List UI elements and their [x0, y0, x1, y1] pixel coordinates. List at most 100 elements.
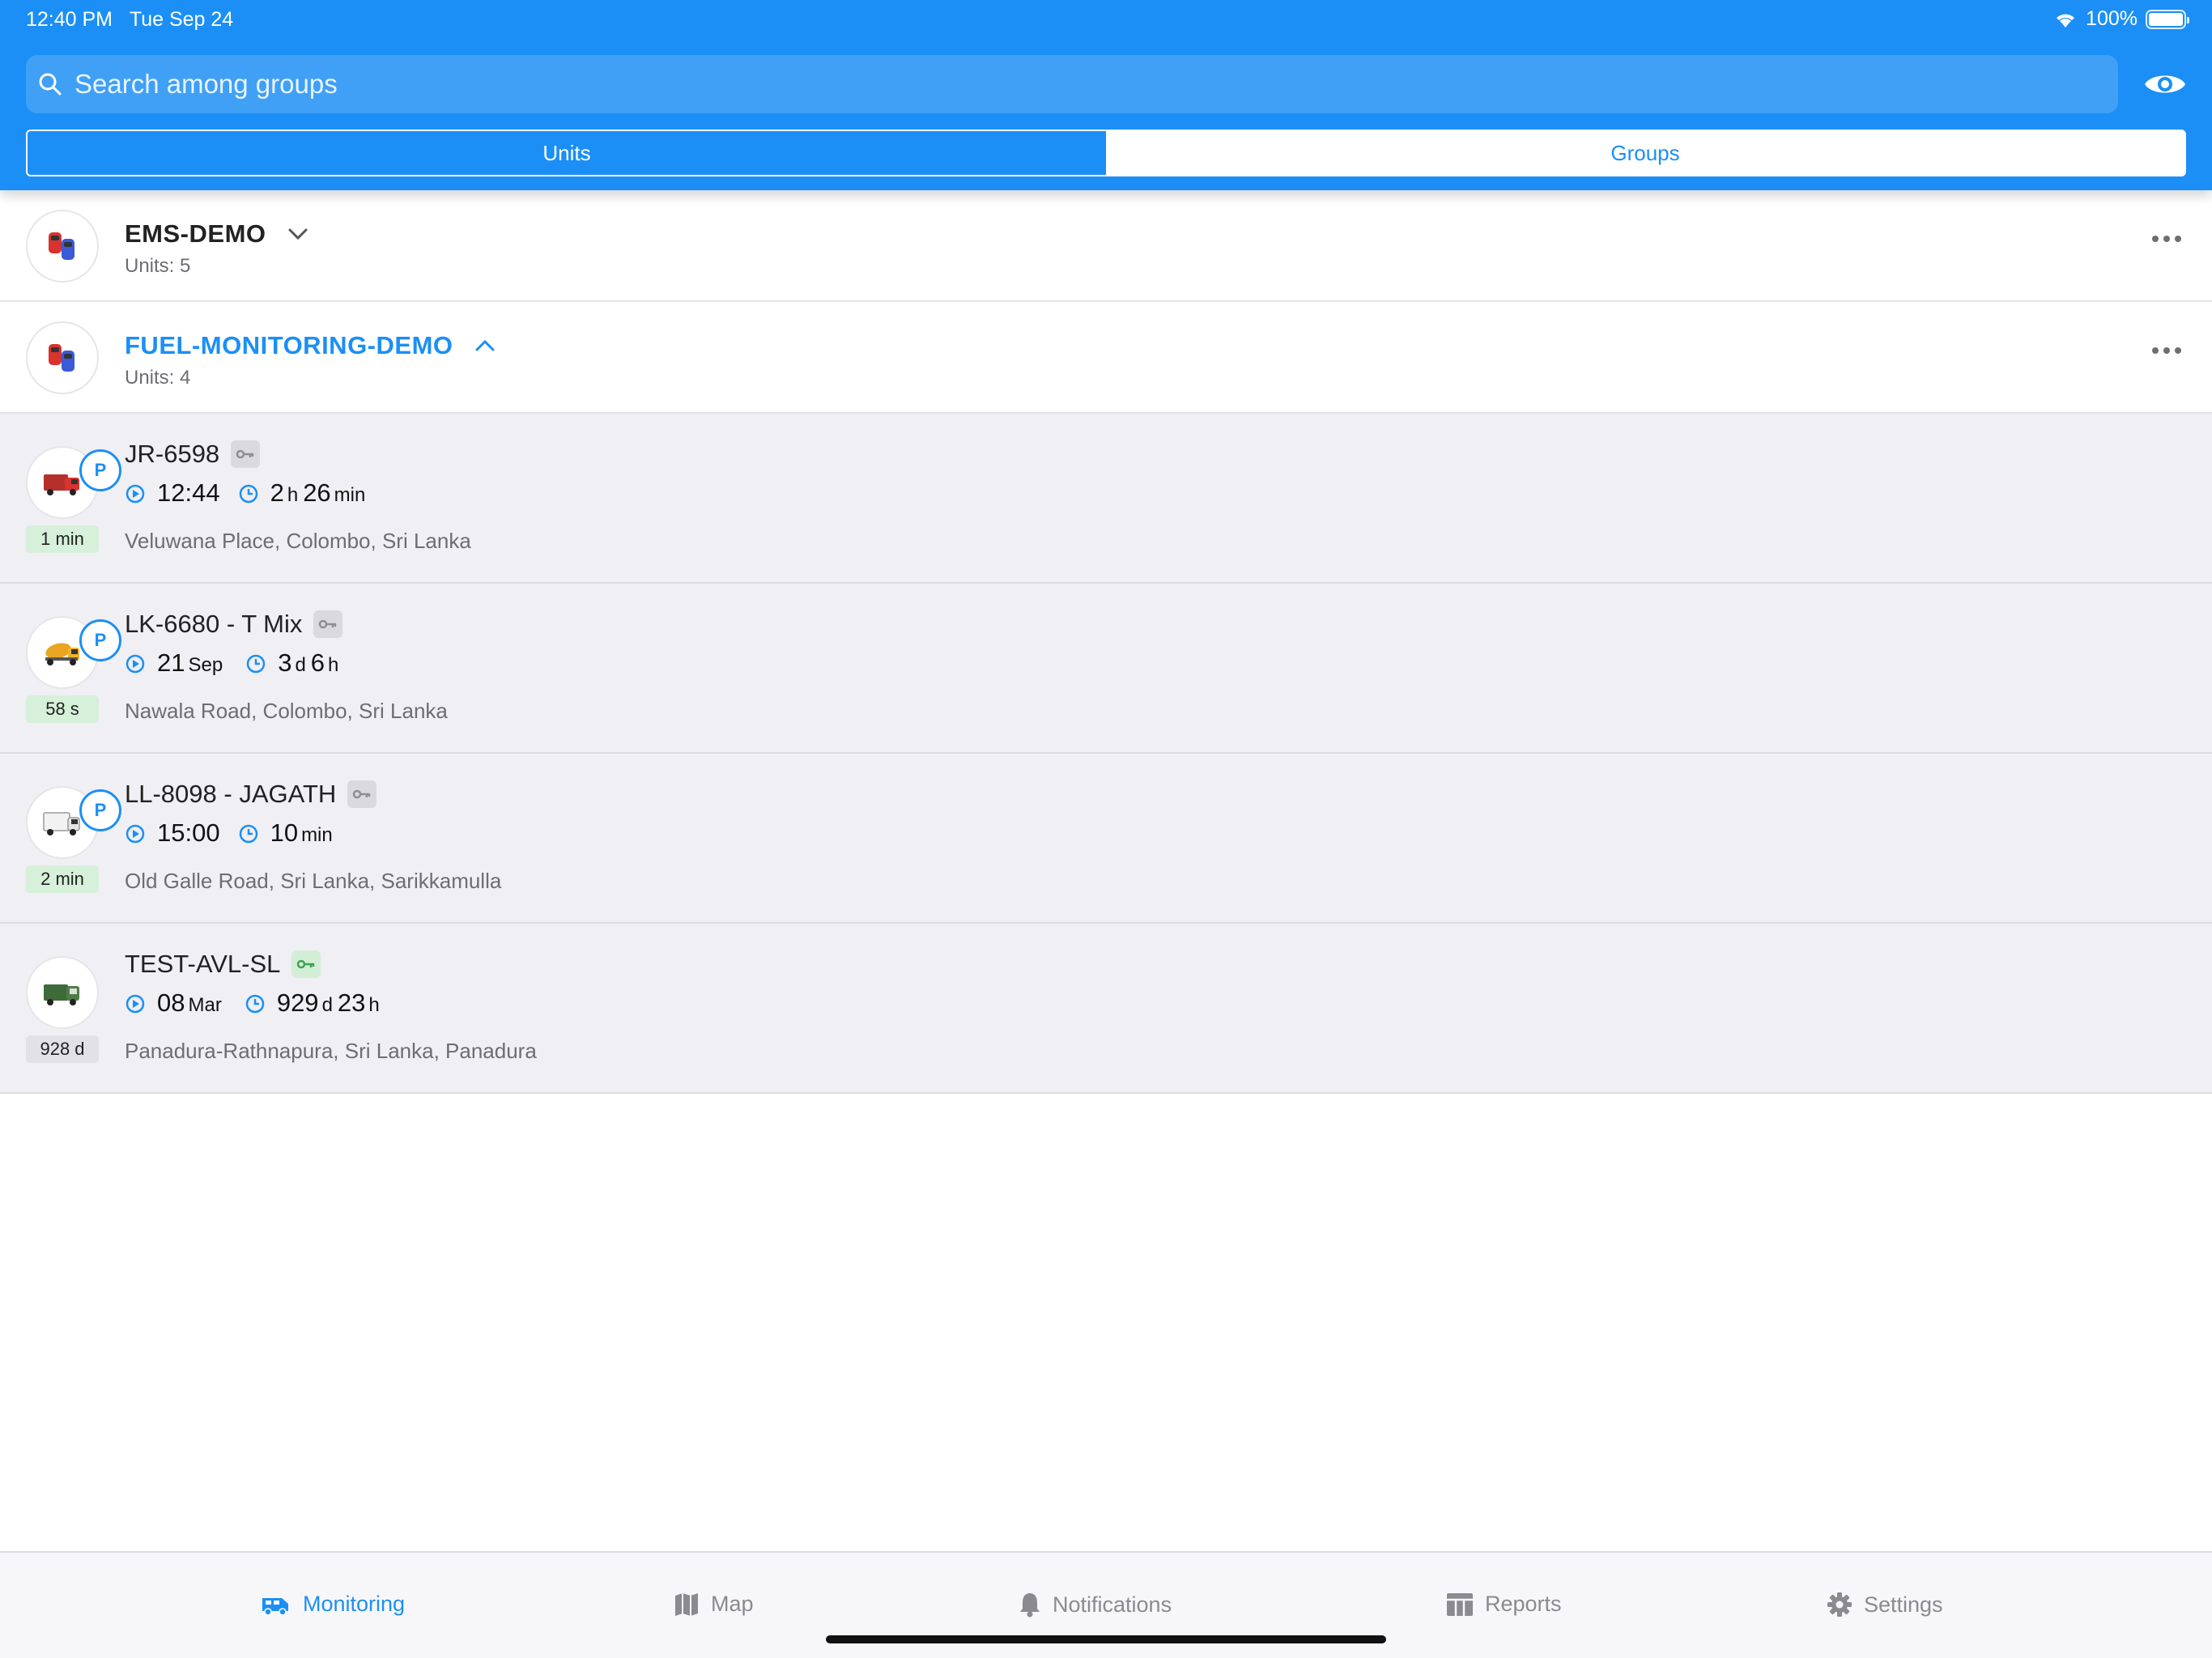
- unit-name-text: LL-8098 - JAGATH: [125, 780, 337, 808]
- status-bar: 12:40 PM Tue Sep 24 100%: [0, 0, 2212, 39]
- duration-unit: d: [321, 994, 333, 1016]
- chevron-down-icon[interactable]: [287, 227, 308, 240]
- tab-label: Map: [711, 1592, 754, 1616]
- last-time: 15:00: [157, 818, 220, 847]
- wifi-icon: [2057, 14, 2075, 28]
- home-indicator[interactable]: [826, 1635, 1386, 1643]
- play-circle-icon: [125, 654, 145, 674]
- table-icon: [1447, 1592, 1473, 1616]
- tab-label: Notifications: [1053, 1592, 1172, 1617]
- unit-row[interactable]: P 58 s LK-6680 - T Mix 21 Sep 3d 6h Nawal…: [0, 584, 2212, 754]
- group-unit-count: Units: 5: [125, 255, 191, 277]
- group-row-fuel-monitoring-demo[interactable]: FUEL-MONITORING-DEMO Units: 4: [0, 302, 2212, 414]
- duration-value: 10: [270, 818, 299, 847]
- green-truck-icon: [44, 984, 79, 1005]
- unit-list: EMS-DEMO Units: 5 FUEL-MONITORING-DEMO U…: [0, 190, 2212, 1094]
- play-circle-icon: [125, 994, 145, 1014]
- unit-row[interactable]: P 1 min JR-6598 12:44 2h 26 min Veluwana …: [0, 414, 2212, 584]
- duration-unit: h: [328, 654, 339, 676]
- last-message-age: 1 min: [26, 525, 99, 553]
- clock-icon: [246, 654, 266, 674]
- van-icon: [262, 1597, 288, 1616]
- bell-icon: [1020, 1593, 1040, 1618]
- clock-icon: [245, 994, 265, 1014]
- parked-badge: P: [79, 619, 121, 661]
- ignition-key-icon: [231, 440, 261, 468]
- mixer-truck-icon: [45, 643, 79, 665]
- unit-name: JR-6598: [125, 440, 261, 469]
- play-circle-icon: [125, 824, 145, 844]
- tab-notifications[interactable]: Notifications: [1019, 1592, 1172, 1618]
- duration-unit: h: [287, 484, 299, 506]
- play-circle-icon: [125, 484, 145, 504]
- more-options-icon[interactable]: [2152, 347, 2181, 354]
- duration-unit: h: [368, 994, 380, 1016]
- white-truck-icon: [43, 812, 80, 835]
- red-truck-icon: [44, 474, 79, 495]
- duration-unit: min: [334, 484, 366, 506]
- last-time: 08: [157, 988, 185, 1017]
- status-indicators: 100%: [2053, 7, 2189, 31]
- unit-stats: 12:44 2h 26 min: [125, 478, 370, 508]
- tab-reports[interactable]: Reports: [1446, 1592, 1562, 1617]
- last-message-age: 2 min: [26, 865, 99, 893]
- last-message-age: 58 s: [26, 695, 99, 723]
- group-avatar: [26, 321, 99, 394]
- last-time: 12:44: [157, 478, 220, 507]
- more-options-icon[interactable]: [2152, 236, 2181, 242]
- unit-name-text: TEST-AVL-SL: [125, 950, 281, 978]
- duration-unit: d: [295, 654, 306, 676]
- search-box[interactable]: [26, 55, 2118, 113]
- visibility-toggle-button[interactable]: [2141, 62, 2189, 107]
- search-input[interactable]: [74, 69, 2118, 100]
- battery-percent: 100%: [2086, 7, 2138, 30]
- group-title: FUEL-MONITORING-DEMO: [125, 331, 496, 360]
- tab-units[interactable]: Units: [28, 131, 1106, 175]
- ignition-key-icon: [347, 780, 377, 808]
- unit-stats: 21 Sep 3d 6h: [125, 648, 343, 678]
- tab-label: Settings: [1864, 1592, 1943, 1617]
- group-name: EMS-DEMO: [125, 219, 266, 248]
- tab-label: Monitoring: [303, 1592, 406, 1616]
- unit-stats: 15:00 10 min: [125, 818, 338, 848]
- parked-badge: P: [79, 789, 121, 831]
- duration-value: 929: [276, 988, 319, 1017]
- search-icon: [39, 73, 62, 96]
- battery-icon: [2146, 9, 2189, 29]
- group-avatar: [26, 210, 99, 283]
- unit-address: Veluwana Place, Colombo, Sri Lanka: [125, 529, 471, 553]
- duration-value: 2: [270, 478, 284, 507]
- unit-address: Old Galle Road, Sri Lanka, Sarikkamulla: [125, 869, 502, 893]
- tab-monitoring[interactable]: Monitoring: [261, 1592, 405, 1617]
- unit-name: LK-6680 - T Mix: [125, 610, 343, 639]
- clock-icon: [239, 484, 257, 504]
- duration-value: 23: [337, 988, 366, 1017]
- duration-value: 6: [310, 648, 325, 677]
- eye-icon: [2145, 75, 2185, 93]
- cars-icon: [49, 344, 74, 372]
- group-name: FUEL-MONITORING-DEMO: [125, 331, 453, 359]
- unit-name-text: JR-6598: [125, 440, 220, 468]
- tab-map[interactable]: Map: [674, 1592, 754, 1617]
- ignition-key-icon: [291, 950, 321, 978]
- group-title: EMS-DEMO: [125, 219, 308, 249]
- clock-text: 12:40 PM: [26, 8, 113, 31]
- unit-row[interactable]: 928 d TEST-AVL-SL 08 Mar 929 d 23 h Panadur…: [0, 924, 2212, 1094]
- tab-settings[interactable]: Settings: [1827, 1592, 1943, 1618]
- last-time: 21: [157, 648, 185, 677]
- tab-label: Reports: [1485, 1592, 1562, 1616]
- group-row-ems-demo[interactable]: EMS-DEMO Units: 5: [0, 190, 2212, 302]
- tab-groups[interactable]: Groups: [1106, 131, 2184, 175]
- cars-icon: [49, 232, 74, 260]
- unit-name: LL-8098 - JAGATH: [125, 780, 377, 809]
- last-message-age: 928 d: [26, 1035, 99, 1063]
- unit-stats: 08 Mar 929 d 23 h: [125, 988, 385, 1018]
- status-time: 12:40 PM Tue Sep 24: [26, 8, 233, 32]
- chevron-up-icon[interactable]: [474, 339, 496, 352]
- unit-avatar: [26, 956, 99, 1029]
- unit-address: Panadura-Rathnapura, Sri Lanka, Panadura: [125, 1039, 537, 1063]
- unit-row[interactable]: P 2 min LL-8098 - JAGATH 15:00 10 min Old…: [0, 754, 2212, 924]
- ignition-key-icon: [313, 610, 343, 638]
- unit-address: Nawala Road, Colombo, Sri Lanka: [125, 699, 448, 723]
- header: 12:40 PM Tue Sep 24 100% Units Groups: [0, 0, 2212, 190]
